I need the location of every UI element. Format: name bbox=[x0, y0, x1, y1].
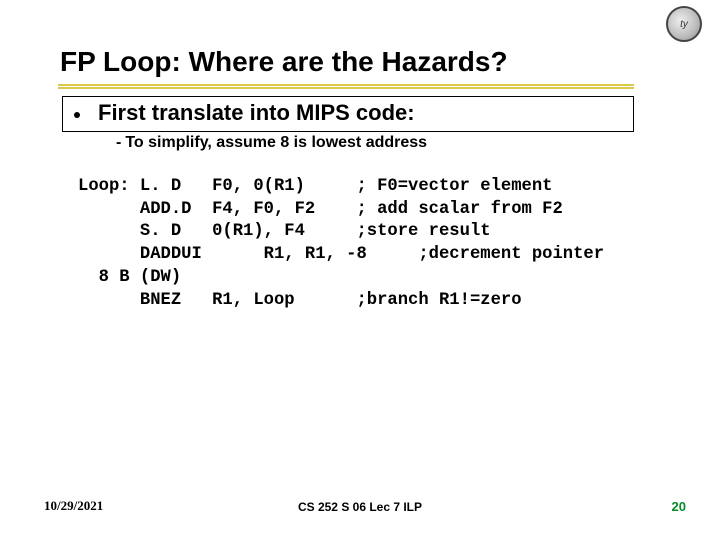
seal-icon: ty bbox=[666, 6, 702, 42]
bullet-text: First translate into MIPS code: bbox=[98, 100, 415, 126]
sub-text: To simplify, assume 8 is lowest address bbox=[125, 134, 427, 151]
title-underline bbox=[58, 84, 634, 90]
seal-glyph: ty bbox=[680, 19, 688, 30]
footer-center: CS 252 S 06 Lec 7 ILP bbox=[0, 500, 720, 514]
bullet-dot-icon bbox=[74, 112, 80, 118]
slide: ty FP Loop: Where are the Hazards? First… bbox=[0, 0, 720, 540]
footer-page-number: 20 bbox=[672, 499, 686, 514]
bullet-primary: First translate into MIPS code: bbox=[74, 100, 415, 126]
bullet-sub: -To simplify, assume 8 is lowest address bbox=[116, 134, 427, 152]
dash-icon: - bbox=[116, 134, 121, 151]
code-block: Loop: L. D F0, 0(R1) ; F0=vector element… bbox=[78, 176, 604, 312]
slide-title: FP Loop: Where are the Hazards? bbox=[60, 46, 508, 78]
